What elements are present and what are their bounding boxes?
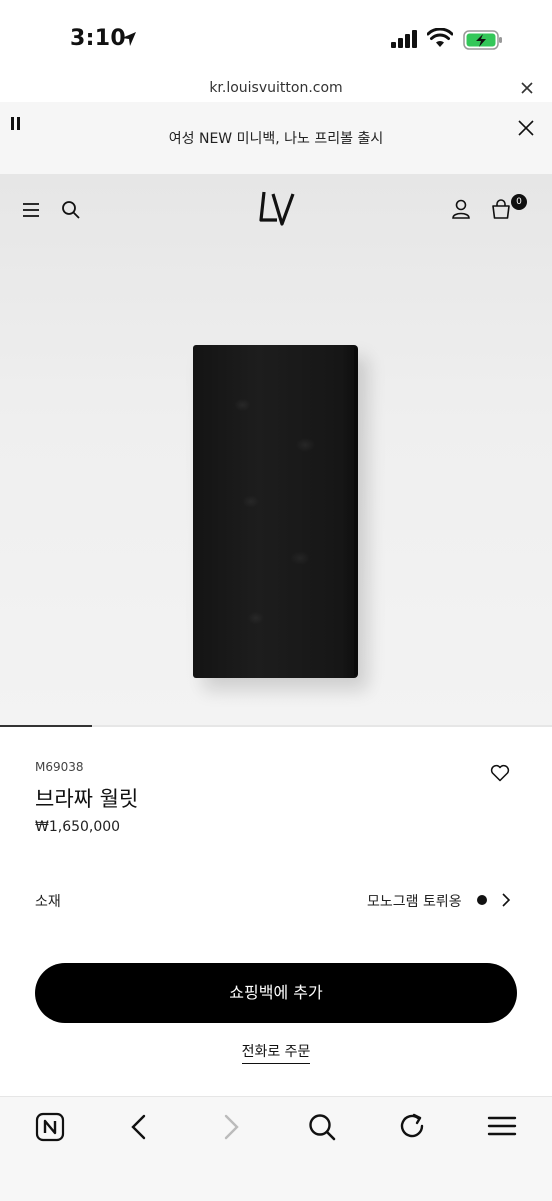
forward-arrow-icon[interactable] <box>221 1114 241 1140</box>
add-to-bag-button[interactable]: 쇼핑백에 추가 <box>35 963 517 1023</box>
material-swatch[interactable] <box>477 895 487 905</box>
phone-order-link[interactable]: 전화로 주문 <box>241 1044 311 1064</box>
promo-text[interactable]: 여성 NEW 미니백, 나노 프리볼 출시 <box>0 128 552 148</box>
status-time: 3:10 <box>70 26 126 51</box>
product-image[interactable] <box>193 345 358 678</box>
close-icon[interactable] <box>517 119 535 137</box>
reload-icon[interactable] <box>398 1112 428 1142</box>
material-value[interactable]: 모노그램 토뤼옹 <box>367 891 462 911</box>
menu-icon[interactable] <box>22 202 40 218</box>
lv-logo-icon[interactable] <box>258 190 296 228</box>
wifi-icon <box>427 28 453 47</box>
product-sku: M69038 <box>35 760 84 774</box>
battery-charging-icon <box>463 30 502 50</box>
heart-icon[interactable] <box>490 764 510 782</box>
url-text[interactable]: kr.louisvuitton.com <box>0 80 552 96</box>
gallery-progress-indicator <box>0 725 93 727</box>
menu-icon[interactable] <box>487 1115 517 1137</box>
phone-order-link-row: 전화로 주문 <box>0 1041 552 1064</box>
shopping-bag-icon[interactable] <box>491 199 511 219</box>
material-label: 소재 <box>35 894 61 910</box>
product-title: 브라짜 월릿 <box>35 787 139 811</box>
search-icon[interactable] <box>61 200 81 220</box>
search-icon[interactable] <box>307 1112 337 1142</box>
product-image-spine <box>354 347 358 676</box>
close-icon[interactable] <box>519 80 535 96</box>
chevron-right-icon[interactable] <box>500 892 512 908</box>
account-icon[interactable] <box>452 199 470 219</box>
product-price: ₩1,650,000 <box>35 819 121 835</box>
back-arrow-icon[interactable] <box>129 1114 149 1140</box>
bag-count-badge: 0 <box>511 194 527 210</box>
browser-toolbar <box>0 1096 552 1201</box>
location-arrow-icon <box>122 32 136 46</box>
naver-n-icon[interactable] <box>35 1112 65 1142</box>
cellular-signal-icon <box>391 30 417 48</box>
